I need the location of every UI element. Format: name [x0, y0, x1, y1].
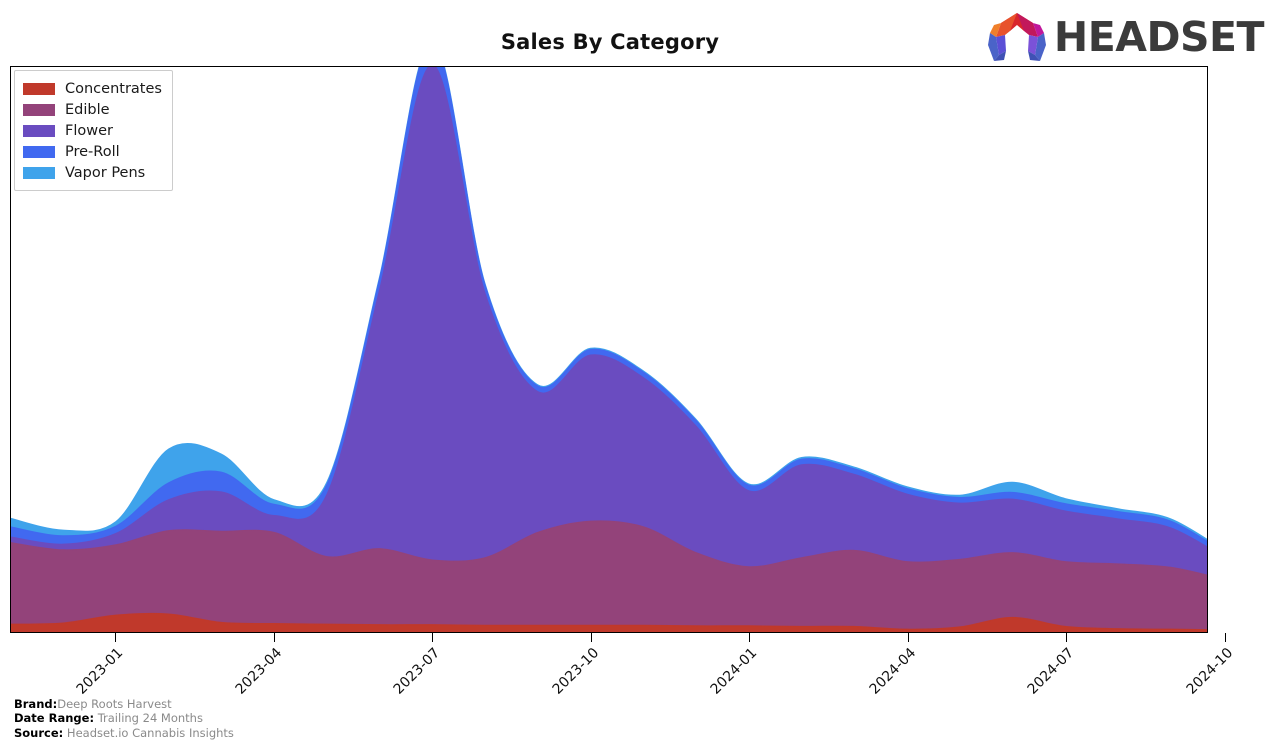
- x-axis-tick-label: 2024-04: [858, 645, 919, 706]
- headset-logo: HEADSET: [986, 11, 1265, 63]
- x-axis-tick: [273, 633, 275, 642]
- legend-item-label: Pre-Roll: [65, 143, 120, 160]
- headset-logo-text: HEADSET: [1053, 12, 1265, 61]
- x-axis-tick-label: 2023-10: [541, 645, 602, 706]
- x-axis-tick-label: 2023-07: [383, 645, 444, 706]
- legend-item-label: Flower: [65, 122, 113, 139]
- stacked-area-plot: [11, 67, 1207, 632]
- x-axis: 2023-01 2023-04 2023-07 2023-10 2024-01 2024-…: [10, 633, 1236, 698]
- chart-footer: Brand:Deep Roots Harvest Date Range: Trai…: [14, 697, 234, 740]
- legend-swatch-icon: [23, 124, 55, 137]
- plot-area: [10, 66, 1208, 633]
- footer-line: Brand:Deep Roots Harvest: [14, 697, 234, 711]
- legend-swatch-icon: [23, 82, 55, 95]
- x-axis-tick-label-text: 2023-07: [390, 645, 444, 698]
- footer-value: Headset.io Cannabis Insights: [63, 725, 234, 740]
- x-axis-tick-label: 2024-01: [700, 645, 761, 706]
- x-axis-tick-label-text: 2024-04: [866, 645, 919, 698]
- footer-value: Deep Roots Harvest: [57, 697, 172, 711]
- legend-swatch-icon: [23, 166, 55, 179]
- legend-item-vapor-pens[interactable]: Vapor Pens: [23, 162, 162, 183]
- x-axis-tick: [432, 633, 433, 642]
- x-axis-tick: [1224, 633, 1226, 642]
- legend-item-label: Concentrates: [65, 80, 162, 97]
- x-axis-tick-label-text: 2024-07: [1024, 645, 1078, 698]
- footer-line: Source: Headset.io Cannabis Insights: [14, 726, 234, 740]
- x-axis-tick: [115, 633, 116, 642]
- x-axis-tick: [907, 633, 909, 642]
- legend-item-concentrates[interactable]: Concentrates: [23, 78, 162, 99]
- x-axis-tick: [590, 633, 592, 642]
- sales-by-category-chart: Sales By Category HEADSET Concentrates Ed…: [0, 0, 1276, 748]
- x-axis-tick-label-text: 2024-10: [1183, 645, 1236, 698]
- headset-logo-icon: [987, 13, 1046, 61]
- legend-swatch-icon: [23, 103, 55, 116]
- legend-item-edible[interactable]: Edible: [23, 99, 162, 120]
- x-axis-tick-label-text: 2023-01: [73, 645, 127, 698]
- x-axis-tick-label: 2024-07: [1017, 645, 1078, 706]
- x-axis-tick-label-text: 2023-10: [549, 645, 602, 698]
- x-axis-tick-label-text: 2024-01: [707, 645, 761, 698]
- x-axis-tick-label-text: 2023-04: [232, 645, 285, 698]
- legend-item-label: Edible: [65, 101, 110, 118]
- legend-item-label: Vapor Pens: [65, 164, 146, 181]
- legend-item-pre-roll[interactable]: Pre-Roll: [23, 141, 162, 162]
- footer-label: Source:: [14, 725, 64, 740]
- chart-legend: Concentrates Edible Flower Pre-Roll Vapor Pe…: [14, 70, 173, 191]
- x-axis-tick: [1066, 633, 1067, 642]
- footer-label: Date Range:: [14, 711, 95, 726]
- area-series-flower: [11, 67, 1207, 576]
- legend-swatch-icon: [23, 145, 55, 158]
- footer-label: Brand:: [14, 697, 58, 711]
- x-axis-tick-label: 2024-10: [1175, 645, 1236, 706]
- x-axis-tick: [749, 633, 750, 642]
- footer-value: Trailing 24 Months: [94, 711, 203, 726]
- footer-line: Date Range: Trailing 24 Months: [14, 711, 234, 725]
- legend-item-flower[interactable]: Flower: [23, 120, 162, 141]
